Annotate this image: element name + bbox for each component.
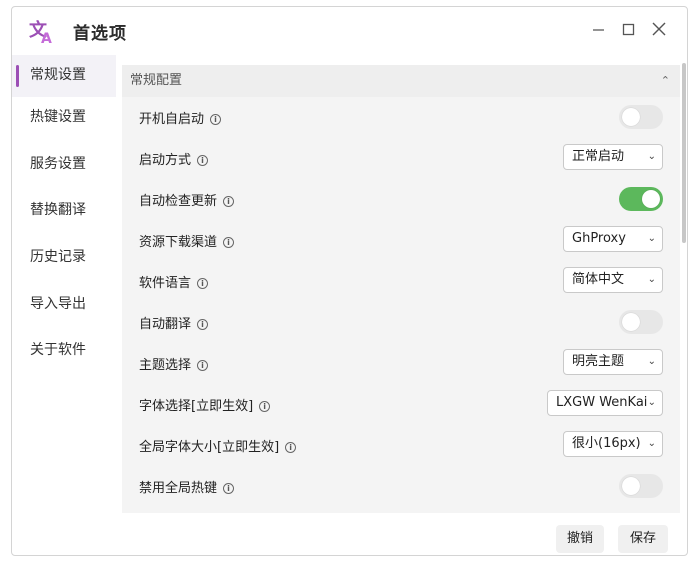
setting-row-theme: 主题选择 i 明亮主题 ⌄	[122, 343, 673, 384]
download-channel-select[interactable]: GhProxy ⌄	[563, 226, 663, 252]
toggle-knob	[622, 108, 640, 126]
select-value: 明亮主题	[572, 354, 625, 369]
sidebar-item-general[interactable]: 常规设置	[12, 55, 116, 97]
toggle-knob	[642, 190, 660, 208]
info-icon[interactable]: i	[259, 401, 271, 412]
sidebar-item-hotkeys[interactable]: 热键设置	[12, 97, 116, 144]
setting-row-autostart: 开机自启动 i	[122, 97, 673, 138]
window-title: 首选项	[73, 24, 127, 44]
setting-row-launch-mode: 启动方式 i 正常启动 ⌄	[122, 138, 673, 179]
info-icon[interactable]: i	[223, 237, 235, 248]
sidebar-item-about[interactable]: 关于软件	[12, 330, 116, 377]
select-value: LXGW WenKai	[556, 395, 648, 410]
minimize-icon[interactable]	[590, 20, 608, 38]
setting-row-font: 字体选择[立即生效] i LXGW WenKai ⌄	[122, 384, 673, 425]
setting-label: 主题选择	[139, 358, 192, 373]
font-size-select[interactable]: 很小(16px) ⌄	[563, 431, 663, 457]
setting-label: 禁用全局热键	[139, 481, 218, 496]
font-select[interactable]: LXGW WenKai ⌄	[547, 390, 663, 416]
language-select[interactable]: 简体中文 ⌄	[563, 267, 663, 293]
svg-text:A: A	[41, 31, 52, 44]
setting-label: 启动方式	[139, 153, 192, 168]
cancel-button[interactable]: 撤销	[556, 525, 604, 553]
close-icon[interactable]	[650, 20, 668, 38]
app-logo-icon: 文 A	[29, 19, 52, 44]
chevron-down-icon: ⌄	[647, 274, 656, 285]
setting-row-download-channel: 资源下载渠道 i GhProxy ⌄	[122, 220, 673, 261]
setting-row-font-size: 全局字体大小[立即生效] i 很小(16px) ⌄	[122, 425, 673, 466]
vertical-scrollbar[interactable]	[682, 63, 686, 243]
setting-label: 字体选择[立即生效]	[139, 399, 254, 414]
sidebar-item-replace-translate[interactable]: 替换翻译	[12, 190, 116, 237]
setting-label: 全局字体大小[立即生效]	[139, 440, 280, 455]
chevron-down-icon: ⌄	[647, 438, 656, 449]
select-value: 简体中文	[572, 272, 625, 287]
info-icon[interactable]: i	[197, 360, 209, 371]
chevron-down-icon: ⌄	[647, 233, 656, 244]
select-value: 很小(16px)	[572, 436, 641, 451]
auto-update-toggle[interactable]	[619, 187, 663, 211]
setting-row-disable-hotkeys: 禁用全局热键 i	[122, 466, 673, 507]
info-icon[interactable]: i	[197, 319, 209, 330]
title-bar: 文 A 首选项	[12, 7, 687, 51]
autostart-toggle[interactable]	[619, 105, 663, 129]
info-icon[interactable]: i	[223, 483, 235, 494]
toggle-knob	[622, 313, 640, 331]
select-value: GhProxy	[572, 231, 626, 246]
sidebar-item-services[interactable]: 服务设置	[12, 144, 116, 191]
info-icon[interactable]: i	[223, 196, 235, 207]
setting-label: 自动翻译	[139, 317, 192, 332]
setting-row-auto-update: 自动检查更新 i	[122, 179, 673, 220]
info-icon[interactable]: i	[285, 442, 297, 453]
setting-label: 软件语言	[139, 276, 192, 291]
section-title: 常规配置	[130, 73, 183, 88]
chevron-down-icon: ⌄	[647, 356, 656, 367]
info-icon[interactable]: i	[210, 114, 222, 125]
sidebar-nav: 常规设置 热键设置 服务设置 替换翻译 历史记录 导入导出 关于软件	[12, 55, 116, 377]
sidebar-item-history[interactable]: 历史记录	[12, 237, 116, 284]
chevron-up-icon[interactable]: ⌃	[661, 65, 670, 97]
sidebar-item-import-export[interactable]: 导入导出	[12, 284, 116, 331]
setting-label: 资源下载渠道	[139, 235, 218, 250]
section-header[interactable]: 常规配置 ⌃	[122, 65, 680, 97]
toggle-knob	[622, 477, 640, 495]
maximize-icon[interactable]	[620, 20, 638, 38]
info-icon[interactable]: i	[197, 155, 209, 166]
chevron-down-icon: ⌄	[647, 397, 656, 408]
setting-label: 自动检查更新	[139, 194, 218, 209]
launch-mode-select[interactable]: 正常启动 ⌄	[563, 144, 663, 170]
preferences-window: 文 A 首选项 常规设置 热键设置 服务设置 替换翻译 历史记录 导入导出 关于…	[11, 6, 688, 556]
auto-translate-toggle[interactable]	[619, 310, 663, 334]
disable-hotkeys-toggle[interactable]	[619, 474, 663, 498]
save-button[interactable]: 保存	[618, 525, 668, 553]
chevron-down-icon: ⌄	[647, 151, 656, 162]
setting-row-auto-translate: 自动翻译 i	[122, 302, 673, 343]
setting-label: 开机自启动	[139, 112, 205, 127]
select-value: 正常启动	[572, 149, 625, 164]
info-icon[interactable]: i	[197, 278, 209, 289]
settings-content: 常规配置 ⌃ 开机自启动 i 启动方式 i 正常启动 ⌄ 自动检查更新 i 资源下载渠道…	[122, 65, 680, 513]
setting-row-language: 软件语言 i 简体中文 ⌄	[122, 261, 673, 302]
theme-select[interactable]: 明亮主题 ⌄	[563, 349, 663, 375]
